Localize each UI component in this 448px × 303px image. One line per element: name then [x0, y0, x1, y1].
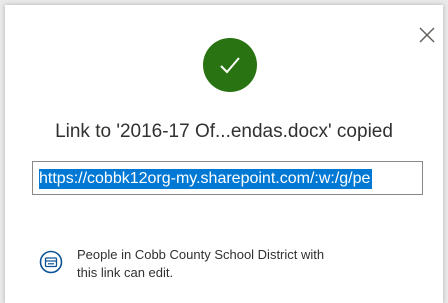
dialog-title: Link to '2016-17 Of...endas.docx' copied	[55, 121, 393, 142]
permission-line-1: People in Cobb County School District wi…	[77, 247, 325, 262]
checkmark-icon	[220, 57, 240, 74]
people-link-icon	[39, 250, 63, 274]
link-copied-dialog: Link to '2016-17 Of...endas.docx' copied…	[5, 5, 443, 303]
permission-description: People in Cobb County School District wi…	[77, 246, 377, 282]
close-icon	[419, 27, 435, 43]
link-field[interactable]: https://cobbk12org-my.sharepoint.com/:w:…	[32, 161, 423, 195]
close-button[interactable]	[417, 25, 437, 45]
permission-line-2: this link can edit.	[77, 265, 174, 280]
link-url-text[interactable]: https://cobbk12org-my.sharepoint.com/:w:…	[39, 169, 373, 189]
success-badge	[203, 38, 257, 92]
